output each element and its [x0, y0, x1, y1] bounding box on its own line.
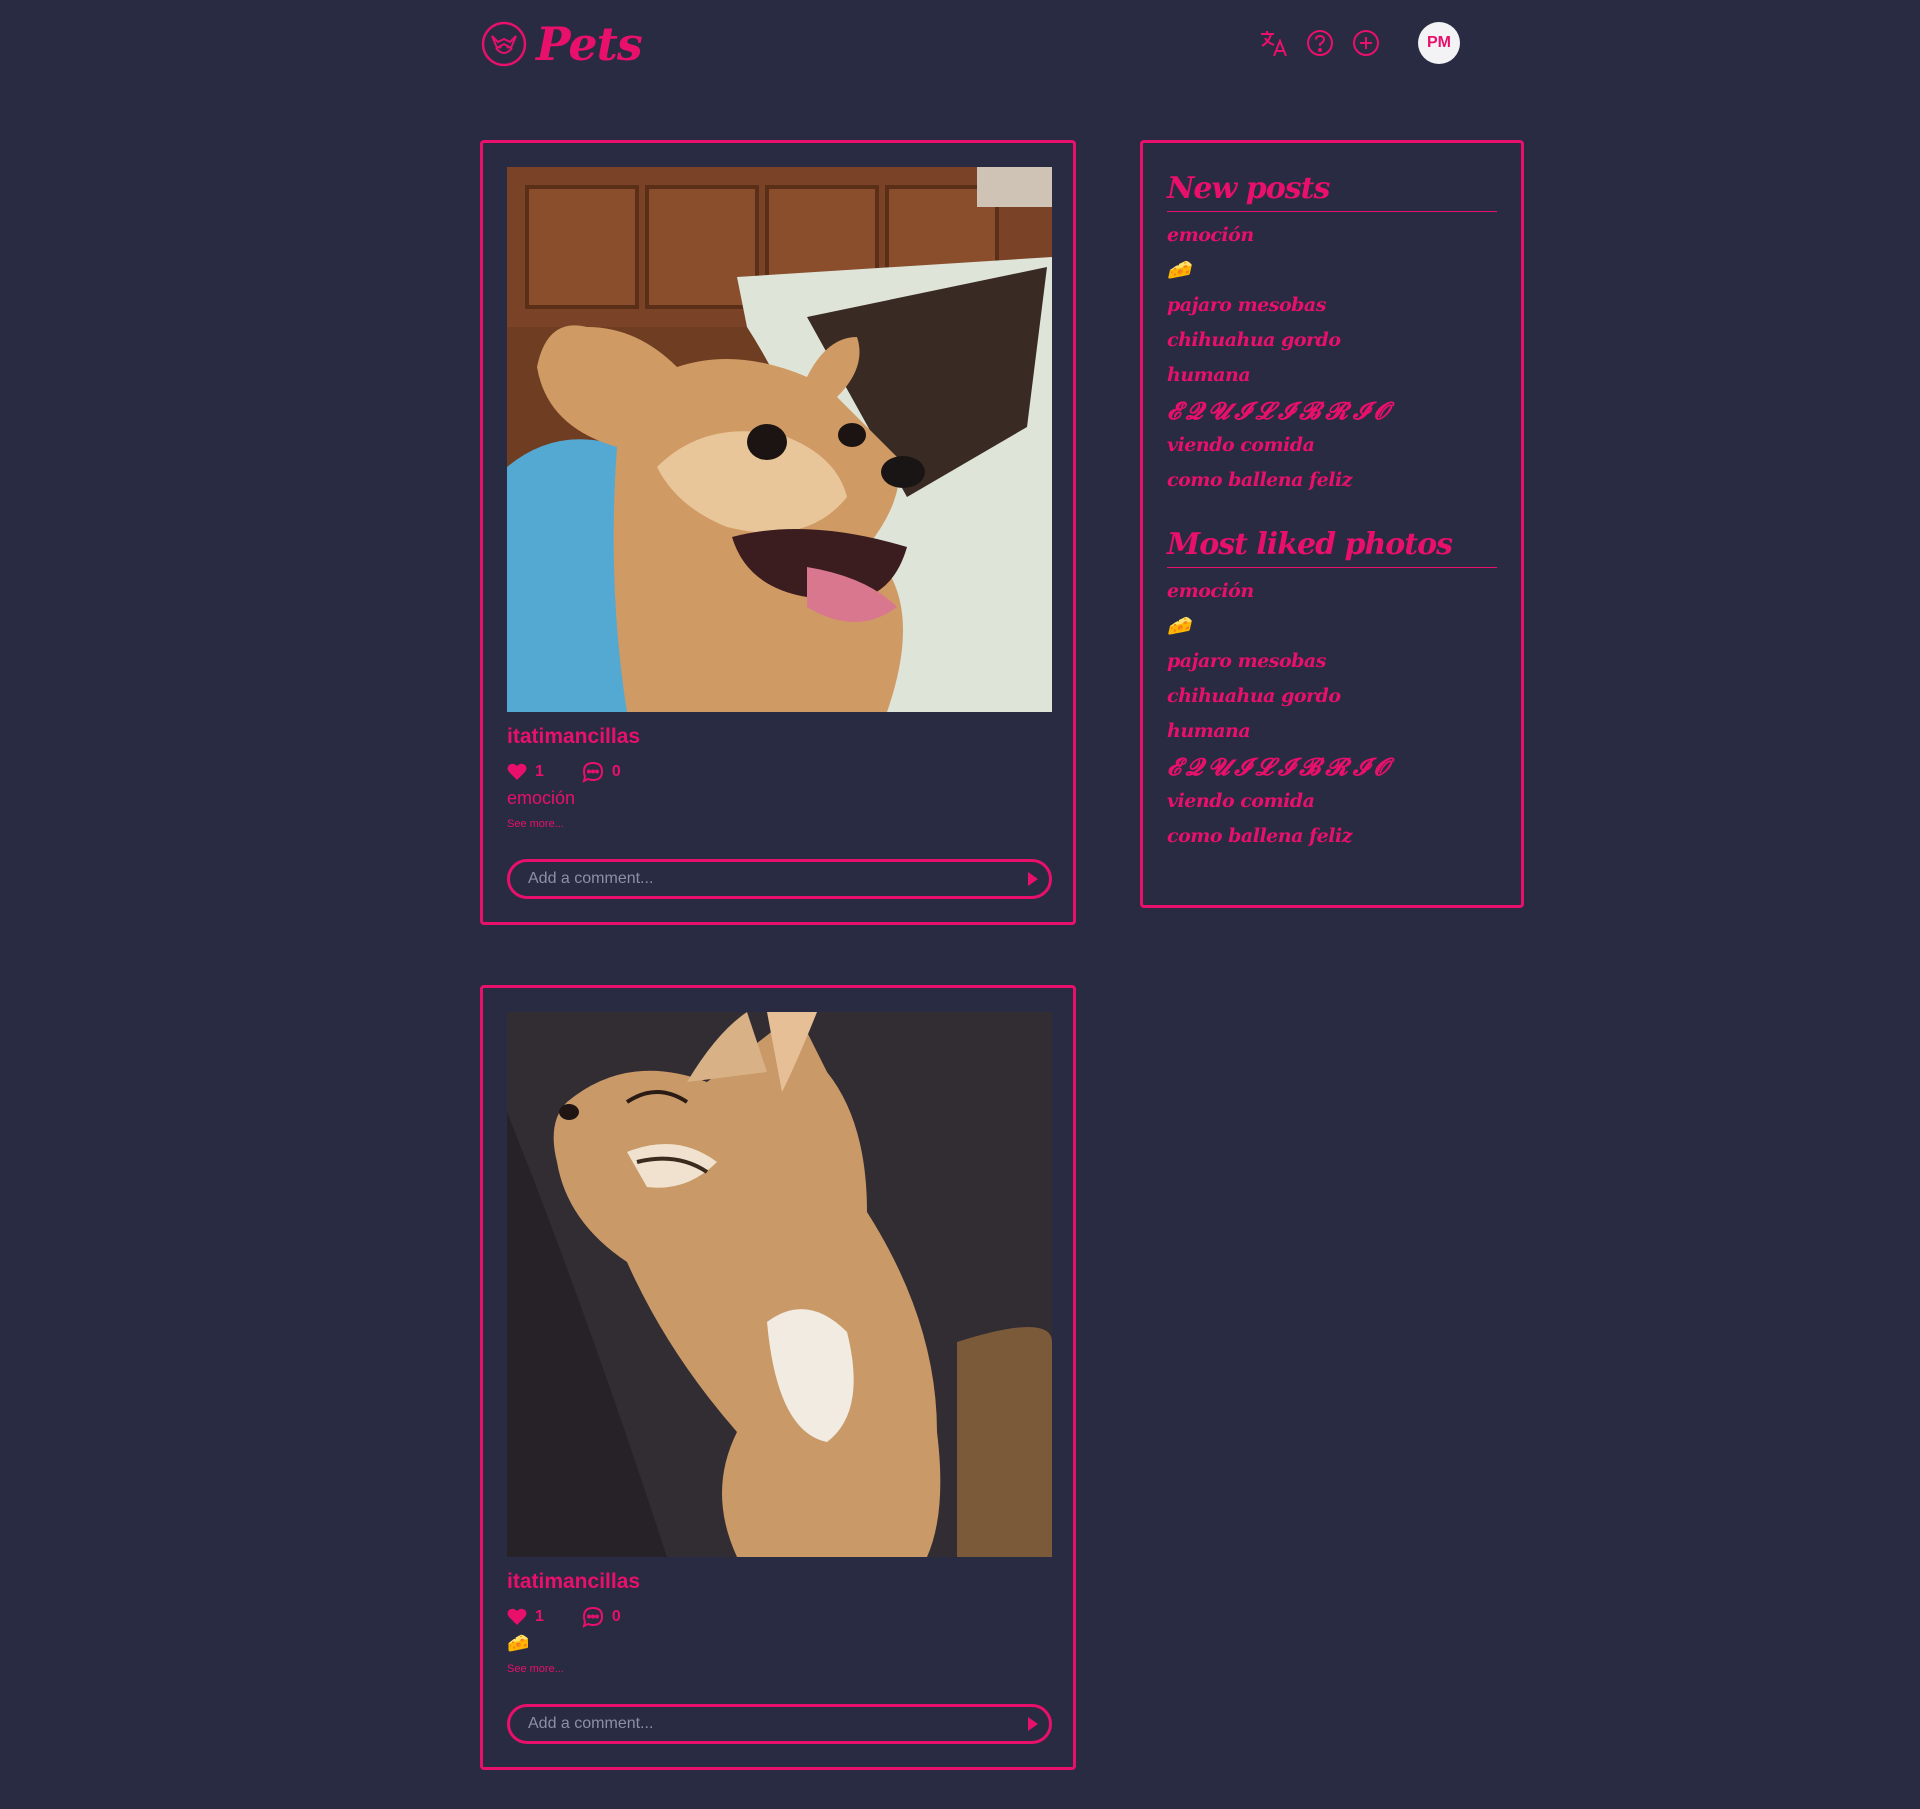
help-icon[interactable] — [1304, 27, 1336, 59]
comment-input[interactable] — [510, 869, 1017, 889]
send-comment-button[interactable] — [1017, 1708, 1049, 1740]
post-card: itatimancillas 1 0 🧀 See more... — [480, 985, 1076, 1770]
most-liked-item[interactable]: emoción — [1167, 574, 1497, 609]
post-stats: 1 0 — [507, 1606, 659, 1628]
pets-logo-icon — [481, 21, 527, 67]
like-stat[interactable]: 1 — [507, 763, 544, 781]
user-avatar[interactable]: PM — [1418, 22, 1460, 64]
heart-icon — [507, 1608, 527, 1625]
most-liked-item[interactable]: 🧀 — [1167, 609, 1497, 644]
most-liked-item[interactable]: 𝓔𝓠𝓤𝓘𝓛𝓘𝓑𝓡𝓘𝓞 — [1167, 749, 1497, 784]
send-arrow-icon — [1028, 1717, 1038, 1731]
comment-count: 0 — [611, 1608, 621, 1625]
translate-icon[interactable] — [1258, 27, 1290, 59]
most-liked-list: emoción 🧀 pajaro mesobas chihuahua gordo… — [1167, 574, 1497, 854]
post-username[interactable]: itatimancillas — [507, 725, 640, 749]
comment-stat[interactable]: 0 — [582, 761, 621, 783]
post-stats: 1 0 — [507, 761, 659, 783]
top-header: Pets PM — [0, 0, 1920, 100]
new-post-item[interactable]: chihuahua gordo — [1167, 323, 1497, 358]
comment-stat[interactable]: 0 — [582, 1606, 621, 1628]
app-title: Pets — [536, 17, 643, 71]
post-caption: emoción — [507, 788, 576, 808]
most-liked-item[interactable]: chihuahua gordo — [1167, 679, 1497, 714]
new-post-item[interactable]: emoción — [1167, 218, 1497, 253]
sidebar: New posts emoción 🧀 pajaro mesobas chihu… — [1140, 140, 1524, 908]
post-caption: 🧀 — [507, 1633, 530, 1653]
most-liked-item[interactable]: como ballena feliz — [1167, 819, 1497, 854]
see-more-link[interactable]: See more... — [507, 818, 564, 830]
new-posts-title: New posts — [1167, 167, 1497, 212]
most-liked-title: Most liked photos — [1167, 523, 1497, 568]
post-username[interactable]: itatimancillas — [507, 1570, 640, 1594]
app-logo[interactable]: Pets — [480, 17, 643, 71]
comment-input[interactable] — [510, 1714, 1017, 1734]
comment-bubble-icon — [582, 761, 603, 783]
post-photo[interactable] — [507, 167, 1052, 712]
heart-icon — [507, 763, 527, 780]
send-arrow-icon — [1028, 872, 1038, 886]
comment-form — [507, 859, 1052, 899]
most-liked-item[interactable]: viendo comida — [1167, 784, 1497, 819]
post-photo[interactable] — [507, 1012, 1052, 1557]
new-post-item[interactable]: pajaro mesobas — [1167, 288, 1497, 323]
like-count: 1 — [535, 763, 544, 780]
most-liked-item[interactable]: pajaro mesobas — [1167, 644, 1497, 679]
most-liked-item[interactable]: humana — [1167, 714, 1497, 749]
like-count: 1 — [535, 1608, 544, 1625]
like-stat[interactable]: 1 — [507, 1608, 544, 1626]
new-posts-list: emoción 🧀 pajaro mesobas chihuahua gordo… — [1167, 218, 1497, 498]
new-post-item[interactable]: 𝓔𝓠𝓤𝓘𝓛𝓘𝓑𝓡𝓘𝓞 — [1167, 393, 1497, 428]
add-post-icon[interactable] — [1350, 27, 1382, 59]
new-posts-section: New posts emoción 🧀 pajaro mesobas chihu… — [1167, 167, 1497, 498]
new-post-item[interactable]: humana — [1167, 358, 1497, 393]
post-card: itatimancillas 1 0 emoción See more... — [480, 140, 1076, 925]
new-post-item[interactable]: viendo comida — [1167, 428, 1497, 463]
comment-form — [507, 1704, 1052, 1744]
most-liked-section: Most liked photos emoción 🧀 pajaro mesob… — [1167, 523, 1497, 854]
send-comment-button[interactable] — [1017, 863, 1049, 895]
see-more-link[interactable]: See more... — [507, 1663, 564, 1675]
new-post-item[interactable]: 🧀 — [1167, 253, 1497, 288]
comment-bubble-icon — [582, 1606, 603, 1628]
comment-count: 0 — [611, 763, 621, 780]
new-post-item[interactable]: como ballena feliz — [1167, 463, 1497, 498]
header-nav: PM — [1258, 22, 1460, 64]
